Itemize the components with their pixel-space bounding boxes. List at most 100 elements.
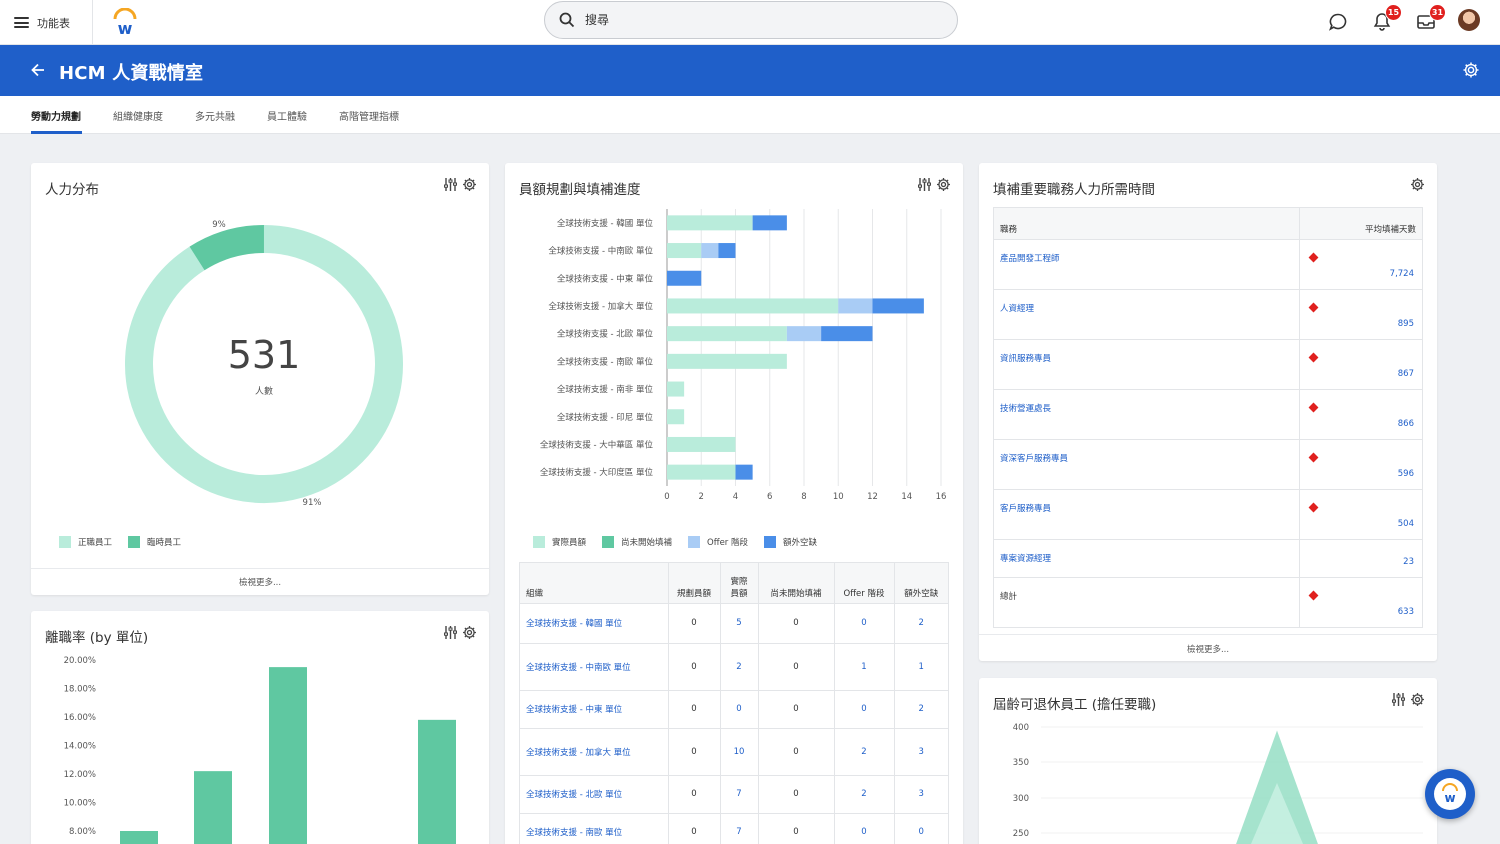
bar-segment[interactable] xyxy=(667,381,685,397)
table-cell[interactable]: 2 xyxy=(894,603,949,644)
org-link[interactable]: 全球技術支援 - 北歐 單位 xyxy=(520,775,669,814)
col-header[interactable]: 尚未開始填補 xyxy=(758,563,835,604)
bar-segment[interactable] xyxy=(667,298,839,314)
bar-segment[interactable] xyxy=(667,409,685,425)
col-header[interactable]: 平均填補天數 xyxy=(1299,208,1423,240)
avatar[interactable] xyxy=(1458,9,1480,31)
bar-segment[interactable] xyxy=(752,215,787,231)
days-cell[interactable]: 596 xyxy=(1299,439,1423,490)
col-header[interactable]: 職務 xyxy=(994,208,1300,240)
days-cell[interactable]: 504 xyxy=(1299,489,1423,540)
role-link[interactable]: 資訊服務專員 xyxy=(994,339,1300,390)
view-more-link[interactable]: 檢視更多... xyxy=(31,576,489,588)
settings-gear-icon[interactable] xyxy=(1410,177,1425,192)
back-arrow-icon[interactable] xyxy=(28,60,48,80)
org-link[interactable]: 全球技術支援 - 中南歐 單位 xyxy=(520,643,669,691)
menu-button[interactable]: 功能表 xyxy=(14,0,70,45)
assistant-chat-button[interactable]: w xyxy=(1425,769,1475,819)
bar-segment[interactable] xyxy=(735,464,753,480)
tab-employee-experience[interactable]: 員工體驗 xyxy=(267,108,307,123)
days-cell[interactable]: 867 xyxy=(1299,339,1423,390)
filter-sliders-icon[interactable] xyxy=(443,177,458,192)
role-link[interactable]: 人資經理 xyxy=(994,289,1300,340)
attrition-bar[interactable] xyxy=(120,831,158,844)
bar-segment[interactable] xyxy=(701,243,719,259)
donut-slice-temporary[interactable] xyxy=(189,225,265,271)
role-link[interactable]: 產品開發工程師 xyxy=(994,239,1300,290)
bar-segment[interactable] xyxy=(667,215,753,231)
settings-gear-icon[interactable] xyxy=(462,625,477,640)
search-bar[interactable] xyxy=(544,1,958,39)
col-header[interactable]: 規劃員額 xyxy=(668,563,721,604)
col-header[interactable]: 組織 xyxy=(520,563,669,604)
settings-gear-icon[interactable] xyxy=(1410,692,1425,707)
table-cell[interactable]: 1 xyxy=(894,643,949,691)
table-cell[interactable]: 3 xyxy=(894,728,949,776)
col-header[interactable]: 額外空缺 xyxy=(894,563,949,604)
table-cell[interactable]: 1 xyxy=(834,643,895,691)
tab-workforce-planning[interactable]: 勞動力規劃 xyxy=(31,108,81,123)
role-link[interactable]: 資深客戶服務專員 xyxy=(994,439,1300,490)
bar-segment[interactable] xyxy=(667,243,702,259)
col-header[interactable]: 實際員額 xyxy=(720,563,759,604)
table-cell[interactable]: 3 xyxy=(894,775,949,814)
bar-segment[interactable] xyxy=(872,298,924,314)
workday-logo-icon[interactable]: w xyxy=(112,8,138,36)
days-cell[interactable]: 895 xyxy=(1299,289,1423,340)
table-cell[interactable]: 2 xyxy=(834,775,895,814)
category-label: 全球技術支援 - 中南歐 單位 xyxy=(548,246,653,257)
table-cell[interactable]: 7 xyxy=(720,813,759,844)
table-cell[interactable]: 10 xyxy=(720,728,759,776)
bar-segment[interactable] xyxy=(838,298,873,314)
bar-segment[interactable] xyxy=(667,326,787,342)
org-link[interactable]: 全球技術支援 - 中東 單位 xyxy=(520,690,669,729)
bar-segment[interactable] xyxy=(667,464,736,480)
table-cell[interactable]: 0 xyxy=(834,690,895,729)
table-cell[interactable]: 0 xyxy=(720,690,759,729)
tab-org-health[interactable]: 組織健康度 xyxy=(113,108,163,123)
table-cell[interactable]: 2 xyxy=(834,728,895,776)
bar-segment[interactable] xyxy=(786,326,822,342)
table-cell[interactable]: 5 xyxy=(720,603,759,644)
table-cell[interactable]: 2 xyxy=(720,643,759,691)
filter-sliders-icon[interactable] xyxy=(443,625,458,640)
bar-segment[interactable] xyxy=(718,243,736,259)
org-link[interactable]: 全球技術支援 - 南歐 單位 xyxy=(520,813,669,844)
bar-segment[interactable] xyxy=(667,436,736,452)
role-link[interactable]: 技術營運處長 xyxy=(994,389,1300,440)
settings-gear-icon[interactable] xyxy=(936,177,951,192)
col-header[interactable]: Offer 階段 xyxy=(834,563,895,604)
table-cell[interactable]: 0 xyxy=(894,813,949,844)
org-link[interactable]: 全球技術支援 - 韓國 單位 xyxy=(520,603,669,644)
chat-icon[interactable] xyxy=(1327,11,1349,33)
search-input[interactable] xyxy=(585,13,885,27)
bar-segment[interactable] xyxy=(667,353,787,369)
table-cell[interactable]: 7 xyxy=(720,775,759,814)
filter-sliders-icon[interactable] xyxy=(917,177,932,192)
role-link[interactable]: 專案資源經理 xyxy=(994,539,1300,578)
org-link[interactable]: 全球技術支援 - 加拿大 單位 xyxy=(520,728,669,776)
table-cell[interactable]: 0 xyxy=(834,813,895,844)
filter-sliders-icon[interactable] xyxy=(1391,692,1406,707)
days-cell[interactable]: 866 xyxy=(1299,389,1423,440)
bar-segment[interactable] xyxy=(667,270,702,286)
table-cell[interactable]: 0 xyxy=(834,603,895,644)
tab-executive-metrics[interactable]: 高階管理指標 xyxy=(339,108,399,123)
table-cell[interactable]: 2 xyxy=(894,690,949,729)
tab-diversity[interactable]: 多元共融 xyxy=(195,108,235,123)
bar-segment[interactable] xyxy=(821,326,873,342)
days-cell[interactable]: 7,724 xyxy=(1299,239,1423,290)
attrition-bar[interactable] xyxy=(194,771,232,844)
notifications-button[interactable]: 15 xyxy=(1371,4,1402,33)
table-row: 專案資源經理 23 xyxy=(994,539,1423,578)
attrition-bar[interactable] xyxy=(418,719,456,844)
role-link[interactable]: 客戶服務專員 xyxy=(994,489,1300,540)
days-cell[interactable]: 23 xyxy=(1299,539,1423,578)
days-cell[interactable]: 633 xyxy=(1299,577,1423,628)
view-more-link[interactable]: 檢視更多... xyxy=(979,643,1437,655)
table-row: 客戶服務專員 504 xyxy=(994,489,1423,540)
settings-gear-icon[interactable] xyxy=(1462,61,1480,79)
settings-gear-icon[interactable] xyxy=(462,177,477,192)
inbox-button[interactable]: 31 xyxy=(1415,4,1446,33)
attrition-bar[interactable] xyxy=(269,667,307,844)
